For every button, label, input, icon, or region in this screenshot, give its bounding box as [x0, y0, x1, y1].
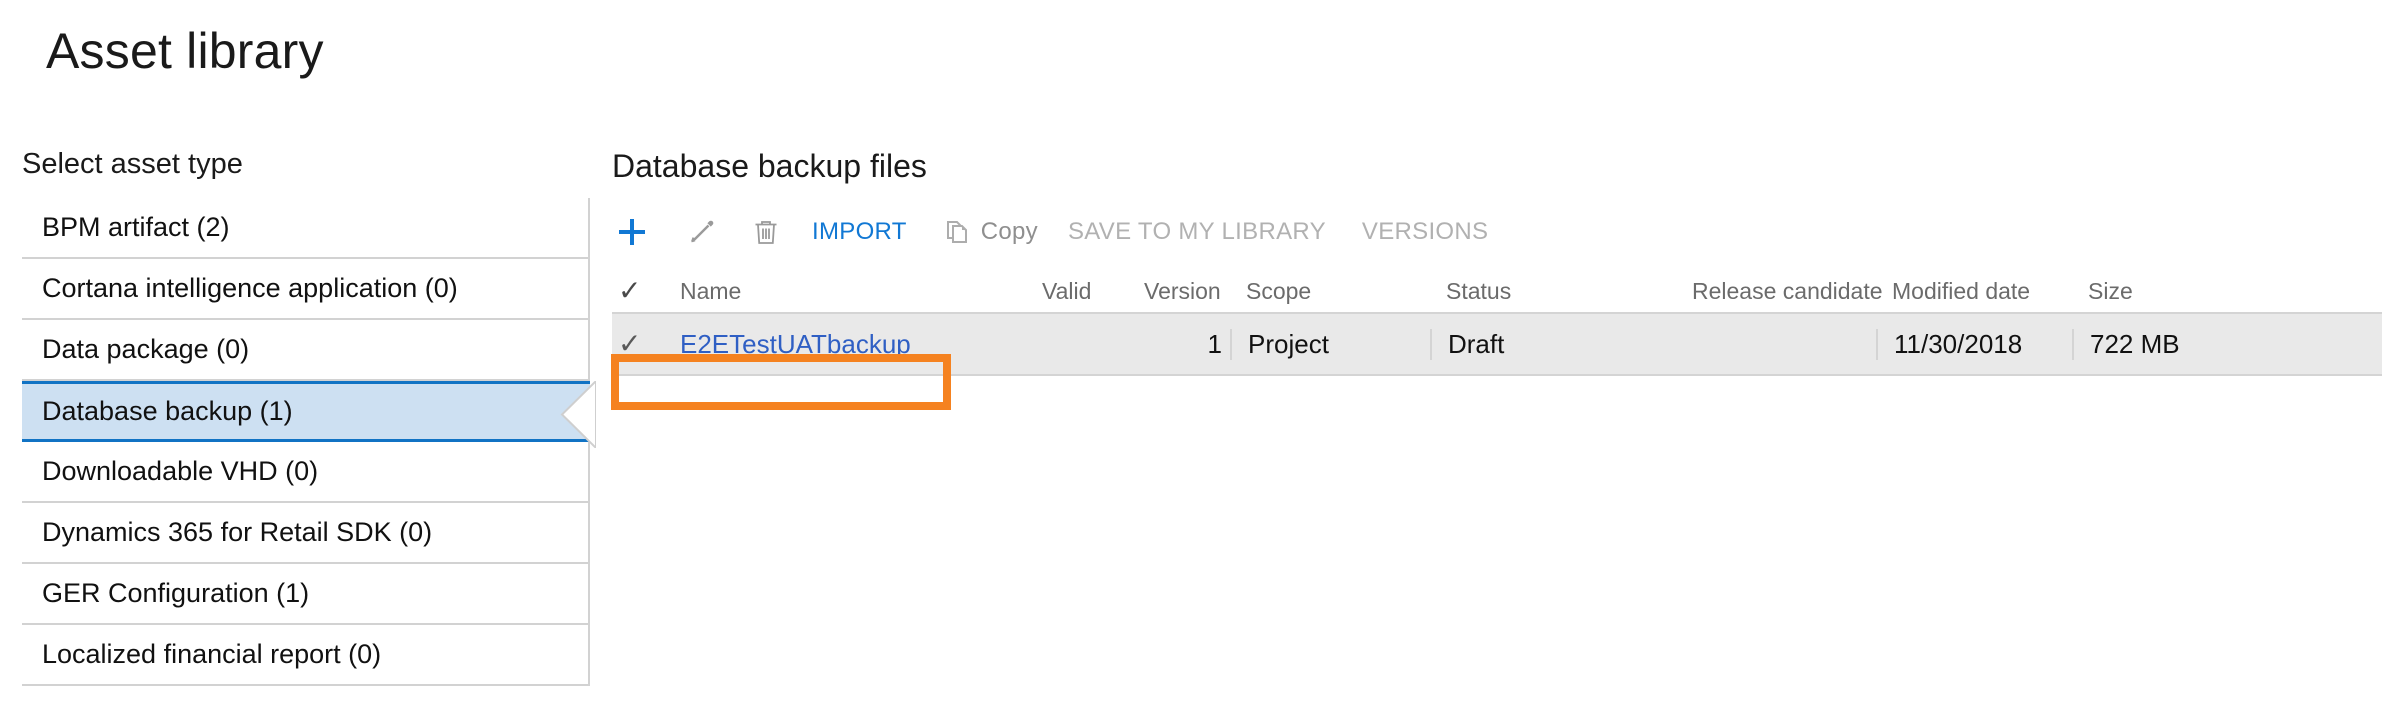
grid-toolbar: IMPORT Copy SAVE TO MY LIBRARY VERSIONS — [612, 206, 1488, 258]
versions-label: VERSIONS — [1362, 218, 1488, 246]
column-header-valid[interactable]: Valid — [1026, 278, 1138, 305]
sidebar-item-ger-configuration[interactable]: GER Configuration (1) — [22, 564, 590, 625]
sidebar-item-dynamics-365-for-retail-sdk[interactable]: Dynamics 365 for Retail SDK (0) — [22, 503, 590, 564]
row-select-checkbox[interactable]: ✓ — [612, 330, 656, 358]
versions-button[interactable]: VERSIONS — [1362, 206, 1488, 258]
cell-size: 722 MB — [2072, 329, 2372, 360]
cell-status: Draft — [1430, 329, 1676, 360]
sidebar-item-data-package[interactable]: Data package (0) — [22, 320, 590, 381]
sidebar-item-cortana-intelligence-application[interactable]: Cortana intelligence application (0) — [22, 259, 590, 320]
table-row[interactable]: ✓ E2ETestUATbackup 1 Project Draft 11/30… — [612, 314, 2382, 376]
asset-type-list: BPM artifact (2) Cortana intelligence ap… — [0, 198, 592, 686]
checkmark-icon: ✓ — [618, 330, 641, 358]
select-asset-type-heading: Select asset type — [22, 148, 243, 181]
sidebar-item-label: Data package (0) — [22, 334, 249, 365]
copy-button[interactable]: Copy — [937, 206, 1038, 258]
copy-icon — [937, 212, 977, 252]
save-to-my-library-label: SAVE TO MY LIBRARY — [1068, 218, 1326, 246]
column-header-scope[interactable]: Scope — [1230, 278, 1430, 305]
section-title: Database backup files — [612, 148, 927, 185]
checkmark-icon: ✓ — [618, 277, 641, 305]
delete-button[interactable] — [746, 206, 786, 258]
asset-type-pane: Select asset type BPM artifact (2) Corta… — [0, 148, 592, 712]
sidebar-item-label: Database backup (1) — [22, 396, 293, 427]
sidebar-item-label: Localized financial report (0) — [22, 639, 381, 670]
column-header-modified-date[interactable]: Modified date — [1876, 278, 2072, 305]
sidebar-item-bpm-artifact[interactable]: BPM artifact (2) — [22, 198, 590, 259]
sidebar-item-label: BPM artifact (2) — [22, 212, 230, 243]
database-backup-files-grid: ✓ Name Valid Version Scope Status Releas… — [612, 270, 2382, 376]
cell-version: 1 — [1138, 329, 1230, 360]
sidebar-item-label: Dynamics 365 for Retail SDK (0) — [22, 517, 432, 548]
selected-chevron-icon — [540, 381, 592, 442]
cell-name: E2ETestUATbackup — [656, 329, 1026, 360]
cell-modified-date: 11/30/2018 — [1876, 329, 2072, 360]
sidebar-item-downloadable-vhd[interactable]: Downloadable VHD (0) — [22, 442, 590, 503]
file-name-link[interactable]: E2ETestUATbackup — [680, 329, 911, 359]
column-header-name[interactable]: Name — [656, 278, 1026, 305]
new-button[interactable] — [612, 206, 652, 258]
column-header-version[interactable]: Version — [1138, 278, 1230, 305]
save-to-my-library-button[interactable]: SAVE TO MY LIBRARY — [1068, 206, 1326, 258]
content-pane: Database backup files — [612, 148, 2382, 712]
grid-header-row: ✓ Name Valid Version Scope Status Releas… — [612, 270, 2382, 314]
sidebar-item-label: GER Configuration (1) — [22, 578, 309, 609]
column-header-status[interactable]: Status — [1430, 278, 1676, 305]
select-all-checkbox[interactable]: ✓ — [612, 277, 656, 305]
sidebar-item-label: Downloadable VHD (0) — [22, 456, 318, 487]
page-title: Asset library — [46, 22, 324, 80]
cell-scope: Project — [1230, 329, 1430, 360]
sidebar-item-localized-financial-report[interactable]: Localized financial report (0) — [22, 625, 590, 686]
sidebar-item-database-backup[interactable]: Database backup (1) — [22, 381, 590, 442]
pencil-icon — [682, 212, 722, 252]
edit-button[interactable] — [682, 206, 722, 258]
trash-icon — [746, 212, 786, 252]
copy-label: Copy — [981, 218, 1038, 246]
import-label: IMPORT — [812, 218, 907, 246]
column-header-size[interactable]: Size — [2072, 278, 2372, 305]
sidebar-item-label: Cortana intelligence application (0) — [22, 273, 458, 304]
import-button[interactable]: IMPORT — [812, 206, 907, 258]
plus-icon — [612, 212, 652, 252]
column-header-release-candidate[interactable]: Release candidate — [1676, 278, 1876, 305]
